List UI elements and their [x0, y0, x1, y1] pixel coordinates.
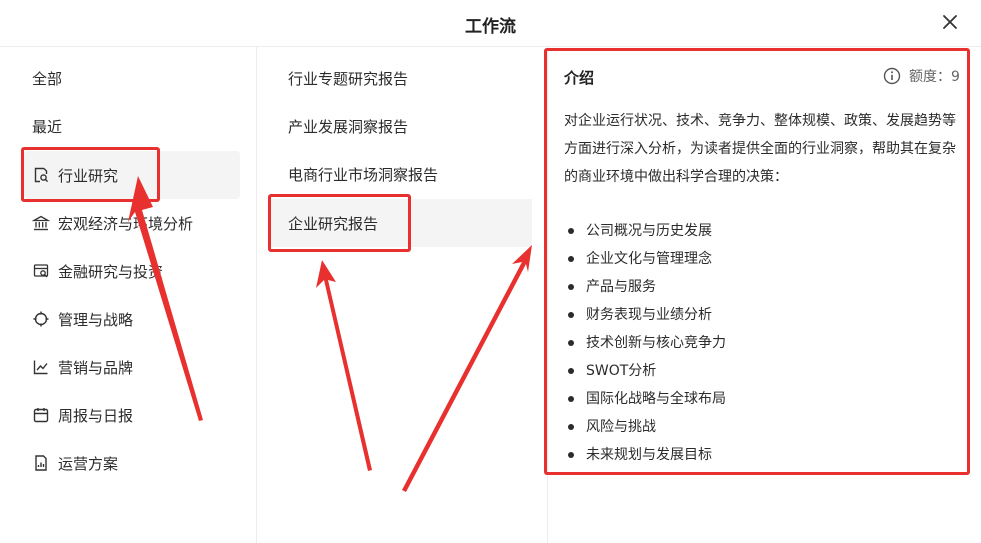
annotation-arrow [402, 245, 532, 492]
nav-item-weekly-daily[interactable]: 周报与日报 [24, 391, 240, 439]
nav-item-label: 金融研究与投资 [58, 262, 164, 281]
annotation-highlight-category [21, 147, 160, 202]
column-divider [256, 47, 257, 543]
nav-item-label: 全部 [32, 69, 63, 88]
report-chart-icon [32, 454, 50, 472]
page-title: 工作流 [465, 17, 516, 37]
nav-item-marketing-brand[interactable]: 营销与品牌 [24, 343, 240, 391]
nav-item-management-strategy[interactable]: 管理与战略 [24, 295, 240, 343]
nav-item-recent[interactable]: 最近 [32, 102, 248, 150]
report-item[interactable]: 电商行业市场洞察报告 [270, 150, 532, 198]
calendar-icon [32, 406, 50, 424]
report-item-label: 行业专题研究报告 [288, 69, 409, 88]
nav-item-label: 运营方案 [58, 454, 119, 473]
nav-item-finance-research[interactable]: 金融研究与投资 [24, 247, 240, 295]
report-item[interactable]: 行业专题研究报告 [270, 54, 532, 102]
report-item-label: 产业发展洞察报告 [288, 117, 409, 136]
annotation-arrow [316, 260, 372, 471]
nav-item-label: 周报与日报 [58, 406, 134, 425]
report-item[interactable]: 产业发展洞察报告 [270, 102, 532, 150]
nav-item-label: 宏观经济与环境分析 [58, 214, 194, 233]
target-icon [32, 310, 50, 328]
annotation-highlight-report [268, 194, 411, 252]
nav-item-label: 最近 [32, 117, 63, 136]
header: 工作流 [0, 0, 981, 47]
bank-icon [32, 214, 50, 232]
close-icon[interactable] [939, 11, 961, 33]
nav-item-all[interactable]: 全部 [32, 54, 248, 102]
annotation-highlight-intro [544, 48, 970, 475]
report-item-label: 电商行业市场洞察报告 [288, 165, 439, 184]
nav-item-label: 管理与战略 [58, 310, 134, 329]
nav-item-macro-economy[interactable]: 宏观经济与环境分析 [24, 199, 240, 247]
nav-item-operations-plan[interactable]: 运营方案 [24, 439, 240, 487]
trend-chart-icon [32, 358, 50, 376]
finance-search-icon [32, 262, 50, 280]
nav-item-label: 营销与品牌 [58, 358, 134, 377]
